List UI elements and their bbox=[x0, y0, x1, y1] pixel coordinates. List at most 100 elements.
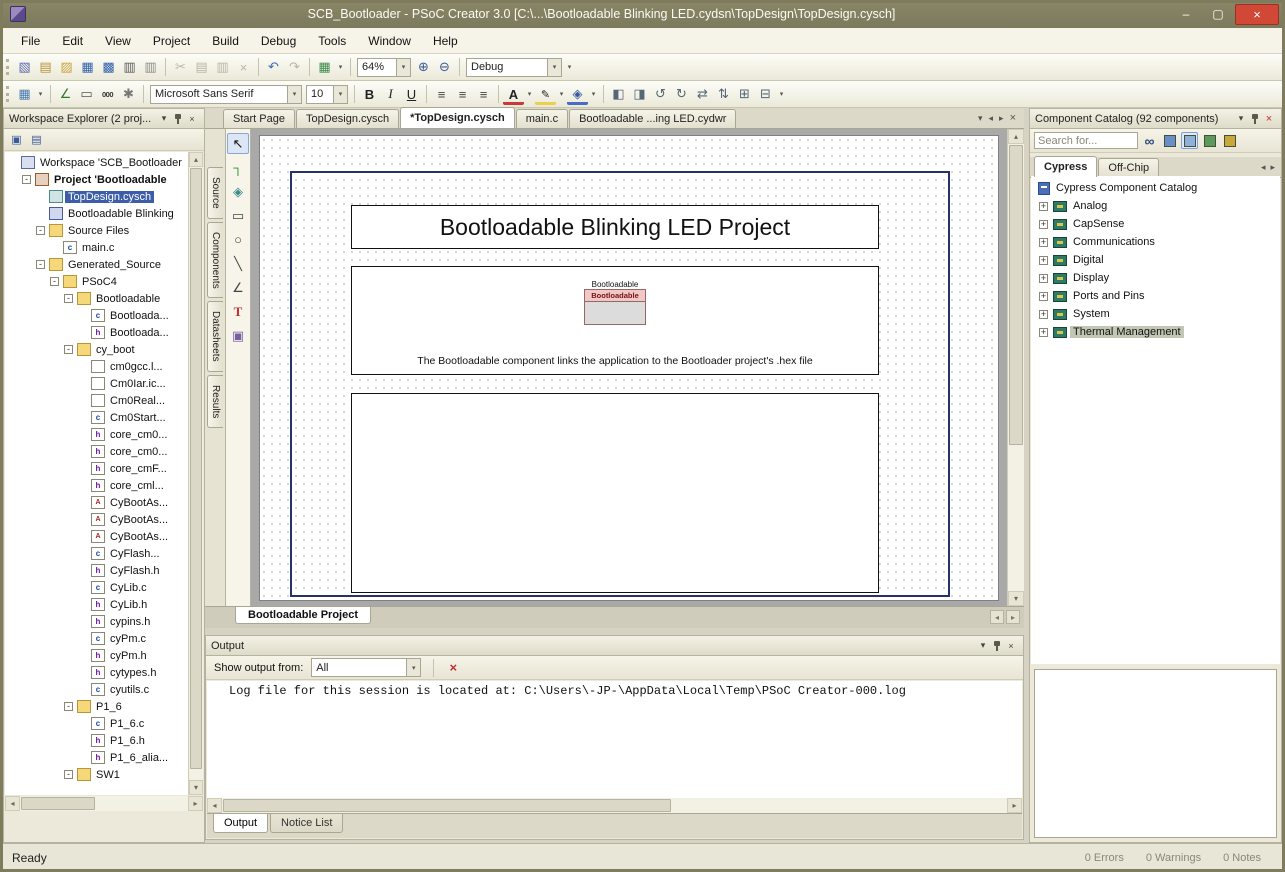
tree-item[interactable]: -PSoC4 bbox=[5, 273, 189, 290]
tab-close-icon[interactable]: × bbox=[1010, 112, 1016, 124]
tree-item[interactable]: Bootloadable Blinking bbox=[5, 205, 189, 222]
show-output-combo[interactable]: All ▾ bbox=[311, 658, 421, 677]
italic-icon[interactable]: I bbox=[380, 84, 401, 105]
scroll-thumb[interactable] bbox=[190, 168, 202, 769]
menu-build[interactable]: Build bbox=[201, 30, 250, 52]
side-tab-source[interactable]: Source bbox=[207, 167, 223, 219]
wire-mode-icon[interactable]: ∠ bbox=[55, 84, 76, 105]
sheet-next-icon[interactable]: ▸ bbox=[1006, 610, 1020, 624]
catalog-item[interactable]: +Display bbox=[1031, 269, 1280, 287]
datasheet-icon[interactable] bbox=[1161, 132, 1178, 149]
scroll-up-icon[interactable]: ▴ bbox=[1008, 129, 1024, 144]
catalog-item[interactable]: +Thermal Management bbox=[1031, 323, 1280, 341]
menu-debug[interactable]: Debug bbox=[250, 30, 307, 52]
menu-help[interactable]: Help bbox=[422, 30, 469, 52]
component-box-shape[interactable]: Bootloadable Bootloadable The Bootloadab… bbox=[351, 266, 879, 375]
tree-item[interactable]: TopDesign.cysch bbox=[5, 188, 189, 205]
tree-item[interactable]: ACyBootAs... bbox=[5, 494, 189, 511]
tree-item[interactable]: cCm0Start... bbox=[5, 409, 189, 426]
tab-scroll-right-icon[interactable]: ▸ bbox=[999, 113, 1004, 124]
font-color-dropdown-icon[interactable]: ▾ bbox=[524, 84, 535, 105]
debug-target-combo[interactable]: Debug▾ bbox=[466, 58, 562, 77]
tree-item[interactable]: hcore_cm0... bbox=[5, 426, 189, 443]
title-box-shape[interactable]: Bootloadable Blinking LED Project bbox=[351, 205, 879, 249]
combo-arrow-icon[interactable]: ▾ bbox=[406, 659, 420, 676]
window-layout-icon[interactable]: ▣ bbox=[8, 131, 25, 148]
zoom-in-icon[interactable]: ⊕ bbox=[413, 57, 434, 78]
bold-icon[interactable]: B bbox=[359, 84, 380, 105]
tree-item[interactable]: hcyPm.h bbox=[5, 647, 189, 664]
tree-item[interactable]: hcypins.h bbox=[5, 613, 189, 630]
tree-item[interactable]: hcore_cml... bbox=[5, 477, 189, 494]
status-notes[interactable]: 0 Notes bbox=[1223, 852, 1261, 864]
toolbar-overflow-icon[interactable]: ▾ bbox=[564, 57, 575, 78]
close-icon[interactable]: × bbox=[1004, 639, 1018, 653]
combo-arrow-icon[interactable]: ▾ bbox=[287, 86, 301, 103]
tab-menu-icon[interactable]: ▾ bbox=[978, 113, 983, 124]
expander-icon[interactable]: - bbox=[22, 175, 31, 184]
new-project-icon[interactable]: ▧ bbox=[14, 57, 35, 78]
open-icon[interactable]: ▨ bbox=[56, 57, 77, 78]
rotate-left-icon[interactable]: ↺ bbox=[650, 84, 671, 105]
expander-icon[interactable]: - bbox=[36, 260, 45, 269]
import-component-icon[interactable] bbox=[1201, 132, 1218, 149]
zoom-combo[interactable]: 64%▾ bbox=[357, 58, 411, 77]
undo-icon[interactable]: ↶ bbox=[263, 57, 284, 78]
status-warnings[interactable]: 0 Warnings bbox=[1146, 852, 1201, 864]
shape-mode-icon[interactable]: ▭ bbox=[76, 84, 97, 105]
tree-item[interactable]: ACyBootAs... bbox=[5, 528, 189, 545]
pin-icon[interactable] bbox=[171, 112, 185, 126]
tree-item[interactable]: ccyPm.c bbox=[5, 630, 189, 647]
text-tool-icon[interactable]: T bbox=[227, 301, 249, 322]
save-all-icon[interactable]: ▩ bbox=[98, 57, 119, 78]
group-icon[interactable]: ◧ bbox=[608, 84, 629, 105]
empty-box-shape[interactable] bbox=[351, 393, 879, 593]
expander-icon[interactable]: - bbox=[36, 226, 45, 235]
tree-item[interactable]: hP1_6.h bbox=[5, 732, 189, 749]
toolbar-grip[interactable] bbox=[6, 86, 9, 102]
image-tool-icon[interactable]: ▣ bbox=[227, 325, 249, 346]
find-icon[interactable]: ∞ bbox=[1141, 132, 1158, 149]
tree-item[interactable]: -Generated_Source bbox=[5, 256, 189, 273]
tab-scroll-right-icon[interactable]: ▸ bbox=[1270, 162, 1275, 173]
expander-icon[interactable]: - bbox=[64, 770, 73, 779]
tree-item[interactable]: Workspace 'SCB_Bootloader bbox=[5, 154, 189, 171]
expander-icon[interactable]: + bbox=[1039, 220, 1048, 229]
tree-item[interactable]: -cy_boot bbox=[5, 341, 189, 358]
expander-icon[interactable]: + bbox=[1039, 238, 1048, 247]
ellipse-tool-icon[interactable]: ○ bbox=[227, 229, 249, 250]
doc-tab[interactable]: TopDesign.cysch bbox=[296, 109, 399, 128]
generate-dropdown-icon[interactable]: ▾ bbox=[335, 57, 346, 78]
catalog-tab-cypress[interactable]: Cypress bbox=[1034, 156, 1097, 177]
tree-item[interactable]: -Bootloadable bbox=[5, 290, 189, 307]
redo-icon[interactable]: ↷ bbox=[284, 57, 305, 78]
scroll-thumb[interactable] bbox=[21, 797, 95, 810]
select-tool-icon[interactable]: ↖ bbox=[227, 133, 249, 154]
expander-icon[interactable]: - bbox=[64, 702, 73, 711]
print-preview-icon[interactable]: ▥ bbox=[140, 57, 161, 78]
menu-edit[interactable]: Edit bbox=[51, 30, 94, 52]
tree-item[interactable]: cmain.c bbox=[5, 239, 189, 256]
menu-project[interactable]: Project bbox=[142, 30, 201, 52]
catalog-tab-off-chip[interactable]: Off-Chip bbox=[1098, 158, 1159, 177]
output-hscrollbar[interactable]: ◂ ▸ bbox=[207, 798, 1022, 813]
output-tab-output[interactable]: Output bbox=[213, 814, 268, 833]
zoom-out-icon[interactable]: ⊖ bbox=[434, 57, 455, 78]
catalog-item[interactable]: +System bbox=[1031, 305, 1280, 323]
save-icon[interactable]: ▦ bbox=[77, 57, 98, 78]
tree-item[interactable]: hP1_6_alia... bbox=[5, 749, 189, 766]
pin-icon[interactable] bbox=[1248, 112, 1262, 126]
zoom-tool-dropdown-icon[interactable]: ▾ bbox=[35, 84, 46, 105]
tree-item[interactable]: hcytypes.h bbox=[5, 664, 189, 681]
doc-view-icon[interactable] bbox=[1181, 132, 1198, 149]
combo-arrow-icon[interactable]: ▾ bbox=[333, 86, 347, 103]
close-button[interactable]: × bbox=[1235, 4, 1279, 25]
font-color-icon[interactable]: A bbox=[503, 84, 524, 105]
copy-icon[interactable]: ▤ bbox=[191, 57, 212, 78]
tree-item[interactable]: hCyFlash.h bbox=[5, 562, 189, 579]
tree-item[interactable]: cCyLib.c bbox=[5, 579, 189, 596]
bootloadable-component[interactable]: Bootloadable bbox=[584, 289, 646, 325]
status-errors[interactable]: 0 Errors bbox=[1085, 852, 1124, 864]
tree-item[interactable]: ccyutils.c bbox=[5, 681, 189, 698]
expander-icon[interactable]: - bbox=[64, 345, 73, 354]
